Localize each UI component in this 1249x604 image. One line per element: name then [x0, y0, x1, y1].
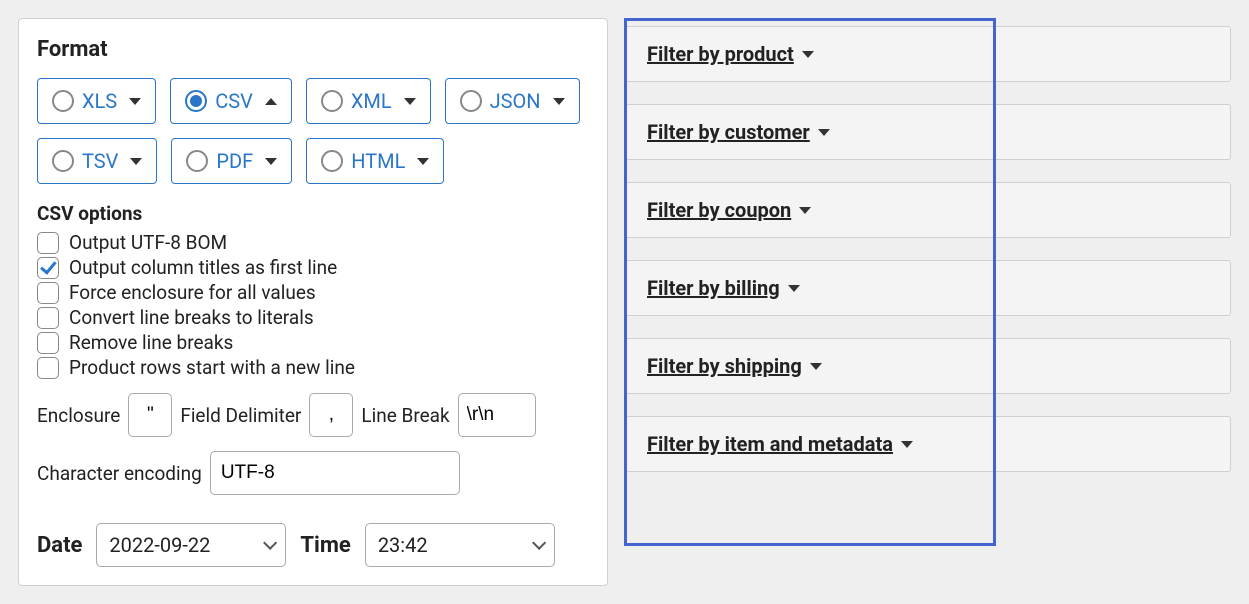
- encoding-label: Character encoding: [37, 462, 202, 485]
- checkbox-icon[interactable]: [37, 332, 59, 354]
- encoding-row: Character encoding: [37, 451, 589, 495]
- format-option-label: CSV: [215, 89, 253, 113]
- linebreak-input[interactable]: [458, 393, 536, 437]
- checkbox-icon[interactable]: [37, 282, 59, 304]
- caret-down-icon: [404, 98, 416, 105]
- format-option-label: TSV: [82, 149, 118, 173]
- format-option-label: PDF: [216, 149, 253, 173]
- time-value: 23:42: [378, 533, 428, 557]
- checkbox-row-remove-breaks: Remove line breaks: [37, 331, 589, 354]
- checkbox-row-product-newline: Product rows start with a new line: [37, 356, 589, 379]
- caret-down-icon: [788, 285, 800, 292]
- radio-icon: [52, 90, 74, 112]
- delimiter-input[interactable]: [309, 393, 353, 437]
- checkbox-label: Output UTF-8 BOM: [69, 231, 227, 254]
- caret-down-icon: [799, 207, 811, 214]
- caret-down-icon: [553, 98, 565, 105]
- checkbox-label: Convert line breaks to literals: [69, 306, 314, 329]
- filter-label: Filter by coupon: [647, 198, 791, 222]
- format-options: XLS CSV XML JSON: [37, 78, 589, 184]
- format-option-label: XLS: [82, 89, 117, 113]
- format-option-json[interactable]: JSON: [445, 78, 580, 124]
- linebreak-label: Line Break: [361, 404, 449, 427]
- format-option-tsv[interactable]: TSV: [37, 138, 157, 184]
- format-option-label: XML: [351, 89, 392, 113]
- chevron-down-icon: [532, 536, 546, 550]
- format-option-xls[interactable]: XLS: [37, 78, 156, 124]
- format-option-xml[interactable]: XML: [306, 78, 431, 124]
- filter-by-customer[interactable]: Filter by customer: [624, 104, 1231, 160]
- format-option-csv[interactable]: CSV: [170, 78, 292, 124]
- format-option-label: JSON: [490, 89, 541, 113]
- format-panel: Format XLS CSV XML JSO: [18, 18, 608, 586]
- time-select[interactable]: 23:42: [365, 523, 555, 567]
- radio-icon: [460, 90, 482, 112]
- time-label: Time: [300, 533, 350, 558]
- enclosure-input[interactable]: [128, 393, 172, 437]
- radio-icon: [321, 150, 343, 172]
- filter-label: Filter by item and metadata: [647, 432, 893, 456]
- filter-label: Filter by billing: [647, 276, 780, 300]
- caret-down-icon: [802, 51, 814, 58]
- checkbox-icon[interactable]: [37, 357, 59, 379]
- checkbox-row-column-titles: Output column titles as first line: [37, 256, 589, 279]
- checkbox-label: Remove line breaks: [69, 331, 233, 354]
- caret-down-icon: [265, 158, 277, 165]
- date-label: Date: [37, 533, 82, 558]
- filter-by-coupon[interactable]: Filter by coupon: [624, 182, 1231, 238]
- filter-label: Filter by customer: [647, 120, 810, 144]
- filter-label: Filter by shipping: [647, 354, 802, 378]
- filter-label: Filter by product: [647, 42, 794, 66]
- caret-up-icon: [265, 98, 277, 105]
- filter-by-product[interactable]: Filter by product: [624, 26, 1231, 82]
- radio-icon: [185, 90, 207, 112]
- format-option-label: HTML: [351, 149, 405, 173]
- checkbox-icon[interactable]: [37, 232, 59, 254]
- date-select[interactable]: 2022-09-22: [96, 523, 286, 567]
- checkbox-label: Output column titles as first line: [69, 256, 337, 279]
- encoding-input[interactable]: [210, 451, 460, 495]
- enclosure-label: Enclosure: [37, 404, 120, 427]
- checkbox-icon[interactable]: [37, 307, 59, 329]
- filter-by-shipping[interactable]: Filter by shipping: [624, 338, 1231, 394]
- radio-icon: [321, 90, 343, 112]
- caret-down-icon: [417, 158, 429, 165]
- caret-down-icon: [129, 98, 141, 105]
- format-option-html[interactable]: HTML: [306, 138, 444, 184]
- radio-icon: [186, 150, 208, 172]
- radio-icon: [52, 150, 74, 172]
- enclosure-delimiter-row: Enclosure Field Delimiter Line Break: [37, 393, 589, 437]
- checkbox-row-force-enclosure: Force enclosure for all values: [37, 281, 589, 304]
- chevron-down-icon: [263, 536, 277, 550]
- checkbox-row-utf8-bom: Output UTF-8 BOM: [37, 231, 589, 254]
- filter-by-item-metadata[interactable]: Filter by item and metadata: [624, 416, 1231, 472]
- checkbox-label: Force enclosure for all values: [69, 281, 316, 304]
- format-option-pdf[interactable]: PDF: [171, 138, 292, 184]
- checkbox-label: Product rows start with a new line: [69, 356, 355, 379]
- date-value: 2022-09-22: [109, 533, 210, 557]
- caret-down-icon: [810, 363, 822, 370]
- delimiter-label: Field Delimiter: [180, 404, 301, 427]
- checkbox-icon[interactable]: [37, 257, 59, 279]
- format-title: Format: [37, 37, 589, 62]
- checkbox-row-convert-breaks: Convert line breaks to literals: [37, 306, 589, 329]
- datetime-row: Date 2022-09-22 Time 23:42: [37, 523, 589, 567]
- caret-down-icon: [818, 129, 830, 136]
- filter-by-billing[interactable]: Filter by billing: [624, 260, 1231, 316]
- filters-panel: Filter by product Filter by customer Fil…: [624, 18, 1231, 586]
- caret-down-icon: [901, 441, 913, 448]
- caret-down-icon: [130, 158, 142, 165]
- csv-options-title: CSV options: [37, 202, 589, 225]
